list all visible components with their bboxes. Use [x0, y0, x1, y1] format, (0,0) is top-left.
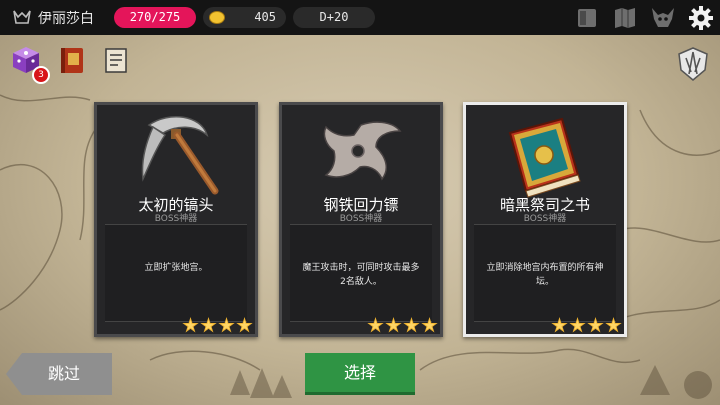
select-button[interactable]: 选择 — [305, 353, 415, 395]
player-info: 伊丽莎白 — [12, 8, 94, 28]
book-icon[interactable] — [574, 5, 600, 31]
card-subtitle: BOSS神器 — [523, 214, 567, 224]
card-description: 魔王攻击时，可同时攻击最多2名敌人。 — [302, 263, 420, 287]
wing-emblem-icon[interactable] — [675, 44, 711, 84]
day-counter: D+20 — [293, 7, 375, 28]
star-icon — [200, 317, 217, 333]
star-icon — [236, 317, 253, 333]
star-rating — [182, 317, 253, 334]
artifact-card-1[interactable]: 太初的镐头 BOSS神器 立即扩张地宫。 — [94, 102, 258, 337]
card-subtitle: BOSS神器 — [339, 214, 383, 224]
red-spellbook-icon[interactable] — [56, 44, 88, 76]
demon-crest-icon — [13, 10, 31, 24]
gold-value: 405 — [254, 10, 276, 24]
star-rating — [551, 317, 622, 334]
star-icon — [569, 317, 586, 333]
settings-gear-icon[interactable] — [688, 5, 714, 31]
star-icon — [587, 317, 604, 333]
star-icon — [385, 317, 402, 333]
card-description-box: 立即消除地宫内布置的所有神坛。 — [474, 224, 616, 322]
scroll-icon[interactable] — [100, 44, 132, 76]
artifact-card-3[interactable]: 暗黑祭司之书 BOSS神器 立即消除地宫内布置的所有神坛。 — [463, 102, 627, 337]
gold-counter: 405 — [203, 7, 286, 28]
star-icon — [218, 317, 235, 333]
skip-button[interactable]: 跳过 — [6, 353, 112, 395]
star-icon — [551, 317, 568, 333]
item-count-badge: 3 — [32, 66, 50, 84]
card-description: 立即扩张地宫。 — [144, 263, 208, 273]
demon-head-icon[interactable] — [650, 5, 676, 31]
artifact-card-2[interactable]: 钢铁回力镖 BOSS神器 魔王攻击时，可同时攻击最多2名敌人。 — [279, 102, 443, 337]
top-bar: 伊丽莎白 270/275 405 D+20 — [0, 0, 720, 35]
card-subtitle: BOSS神器 — [154, 214, 198, 224]
star-icon — [421, 317, 438, 333]
hp-counter: 270/275 — [114, 7, 196, 28]
star-icon — [182, 317, 199, 333]
gold-coin-icon — [209, 11, 225, 24]
card-description-box: 魔王攻击时，可同时攻击最多2名敌人。 — [290, 224, 432, 322]
card-description: 立即消除地宫内布置的所有神坛。 — [486, 263, 604, 287]
player-name: 伊丽莎白 — [38, 11, 94, 27]
card-description-box: 立即扩张地宫。 — [105, 224, 247, 322]
star-icon — [367, 317, 384, 333]
star-rating — [367, 317, 438, 334]
star-icon — [605, 317, 622, 333]
map-icon[interactable] — [612, 5, 638, 31]
star-icon — [403, 317, 420, 333]
